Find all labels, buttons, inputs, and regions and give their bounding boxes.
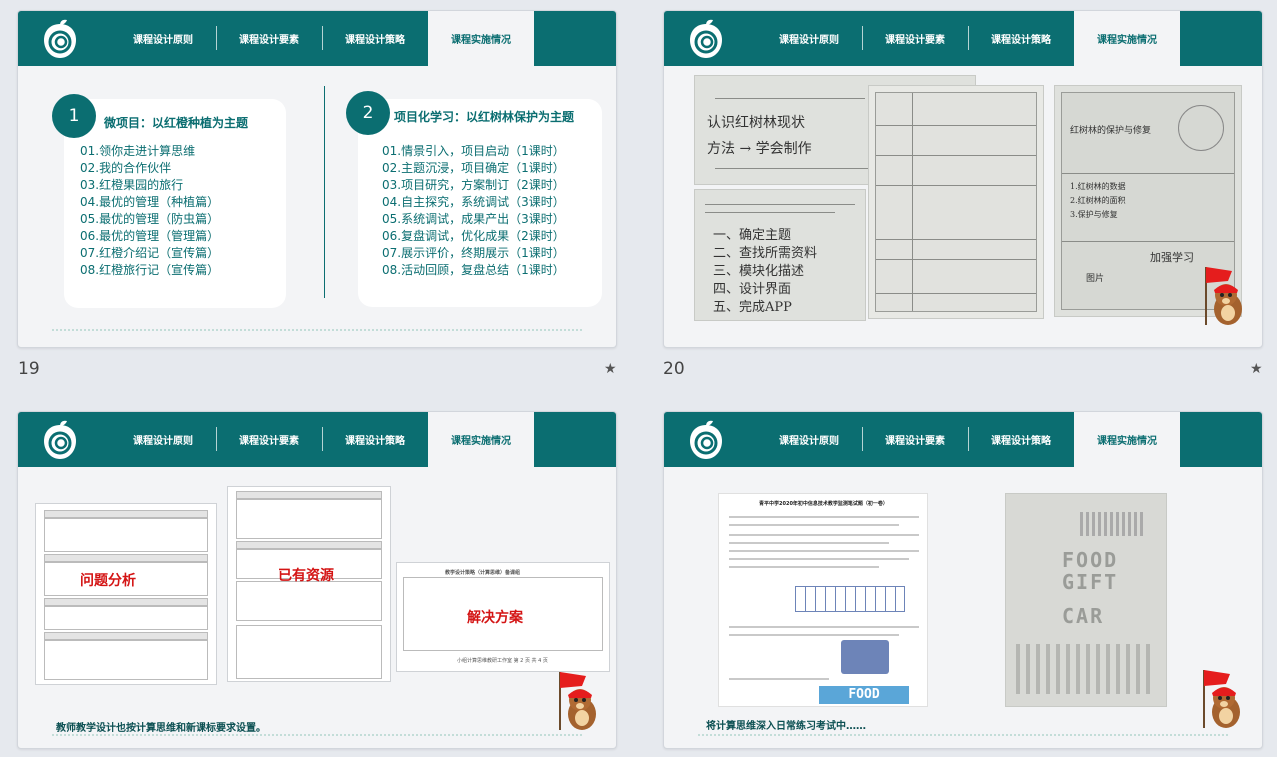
logo-icon	[690, 19, 722, 58]
tab-design-strategies[interactable]: 课程设计策略	[968, 412, 1074, 467]
handwriting: 五、完成APP	[713, 300, 792, 315]
tab-design-elements[interactable]: 课程设计要素	[862, 11, 968, 66]
slide-22-caption: 将计算思维深入日常练习考试中……	[706, 721, 866, 732]
slide-21[interactable]: 课程设计原则 课程设计要素 课程设计策略 课程实施情况 问题分析 已有资源 教学…	[17, 411, 617, 749]
logo-icon	[44, 19, 76, 58]
label-existing-resources: 已有资源	[278, 568, 334, 584]
handwriting: 一、确定主题	[713, 228, 792, 243]
handwriting: 加强学习	[1150, 251, 1194, 264]
badge-1: 1	[52, 94, 96, 138]
mascot-icon	[559, 672, 596, 730]
tab-implementation[interactable]: 课程实施情况	[428, 412, 534, 467]
list-item: 07.红橙介绍记（宣传篇）	[80, 246, 220, 260]
list-item: 05.系统调试，成果产出（3课时）	[382, 212, 565, 226]
list-item: 03.项目研究，方案制订（2课时）	[382, 178, 565, 192]
handwriting: 红树林的保护与修复	[1070, 126, 1152, 136]
list-item: 04.最优的管理（种植篇）	[80, 195, 220, 209]
badge-2: 2	[346, 91, 390, 135]
problem-analysis-doc: 问题分析	[35, 503, 217, 685]
slide-number-19: 19	[18, 359, 40, 379]
exam-title: 青平中学2020年初中信息技术教学监测笔试题（初一卷）	[759, 501, 888, 507]
logo-icon	[690, 420, 722, 459]
resources-doc: 已有资源	[227, 486, 391, 682]
tab-design-principles[interactable]: 课程设计原则	[110, 11, 216, 66]
slide-number-20: 20	[663, 359, 685, 379]
list-item: 02.我的合作伙伴	[80, 161, 172, 175]
doc-footer: 小组计算思维教研工作室 第 2 页 共 4 页	[457, 658, 548, 664]
list-item: 08.活动回顾，复盘总结（1课时）	[382, 263, 565, 277]
tab-design-strategies[interactable]: 课程设计策略	[968, 11, 1074, 66]
photo-word: FOOD	[1062, 548, 1119, 572]
dotted-rule	[698, 734, 1228, 736]
tab-implementation[interactable]: 课程实施情况	[1074, 11, 1180, 66]
pbl-list: 01.情景引入，项目启动（1课时） 02.主题沉浸，项目确定（1课时） 03.项…	[382, 143, 565, 279]
tab-design-principles[interactable]: 课程设计原则	[756, 412, 862, 467]
tab-design-principles[interactable]: 课程设计原则	[110, 412, 216, 467]
handwriting: 二、查找所需资料	[713, 246, 818, 261]
doc-title: 教学设计策略（计算思维）备课组	[445, 570, 521, 576]
exam-photo: FOOD GIFT CAR	[1005, 493, 1167, 707]
tab-implementation[interactable]: 课程实施情况	[428, 11, 534, 66]
tab-design-strategies[interactable]: 课程设计策略	[322, 412, 428, 467]
slide-header: 课程设计原则 课程设计要素 课程设计策略 课程实施情况	[18, 412, 616, 467]
tab-design-elements[interactable]: 课程设计要素	[216, 11, 322, 66]
slide-header: 课程设计原则 课程设计要素 课程设计策略 课程实施情况	[664, 11, 1262, 66]
list-item: 01.领你走进计算思维	[80, 144, 196, 158]
star-icon[interactable]: ★	[1250, 361, 1263, 377]
handwriting: 三、模块化描述	[713, 264, 805, 279]
slide-20[interactable]: 课程设计原则 课程设计要素 课程设计策略 课程实施情况 认识红树林现状 方法 →…	[663, 10, 1263, 348]
mascot-icon	[1205, 267, 1242, 325]
list-item: 08.红橙旅行记（宣传篇）	[80, 263, 220, 277]
list-item: 02.主题沉浸，项目确定（1课时）	[382, 161, 565, 175]
tab-design-elements[interactable]: 课程设计要素	[216, 412, 322, 467]
tab-design-strategies[interactable]: 课程设计策略	[322, 11, 428, 66]
list-item: 04.自主探究，系统调试（3课时）	[382, 195, 565, 209]
handwriting: 3.保护与修复	[1070, 210, 1118, 219]
micro-project-list: 01.领你走进计算思维 02.我的合作伙伴 03.红橙果园的旅行 04.最优的管…	[80, 143, 219, 279]
tab-implementation[interactable]: 课程实施情况	[1074, 412, 1180, 467]
list-item: 05.最优的管理（防虫篇）	[80, 212, 220, 226]
label-problem-analysis: 问题分析	[80, 573, 136, 589]
mascot-icon	[1203, 670, 1240, 728]
list-item: 06.最优的管理（管理篇）	[80, 229, 220, 243]
form-photo	[868, 85, 1044, 319]
handwriting: 认识红树林现状	[707, 115, 805, 131]
logo-icon	[44, 420, 76, 459]
slide-header: 课程设计原则 课程设计要素 课程设计策略 课程实施情况	[664, 412, 1262, 467]
slide-header: 课程设计原则 课程设计要素 课程设计策略 课程实施情况	[18, 11, 616, 66]
micro-project-title: 微项目：以红橙种植为主题	[104, 116, 249, 130]
worksheet-photo-bottom: 一、确定主题 二、查找所需资料 三、模块化描述 四、设计界面 五、完成APP	[694, 189, 866, 321]
list-item: 06.复盘调试，优化成果（2课时）	[382, 229, 565, 243]
list-item: 07.展示评价，终期展示（1课时）	[382, 246, 565, 260]
list-item: 01.情景引入，项目启动（1课时）	[382, 144, 565, 158]
tab-design-principles[interactable]: 课程设计原则	[756, 11, 862, 66]
photo-word: GIFT	[1062, 570, 1119, 594]
solution-doc: 教学设计策略（计算思维）备课组 小组计算思维教研工作室 第 2 页 共 4 页 …	[396, 562, 610, 672]
list-item: 03.红橙果园的旅行	[80, 178, 184, 192]
dotted-rule	[52, 329, 582, 331]
photo-word: CAR	[1062, 604, 1105, 628]
exam-paper: 青平中学2020年初中信息技术教学监测笔试题（初一卷） FOOD	[718, 493, 928, 707]
handwriting: 1.红树林的数据	[1070, 182, 1126, 191]
handwriting: 2.红树林的面积	[1070, 196, 1126, 205]
tab-design-elements[interactable]: 课程设计要素	[862, 412, 968, 467]
slide-22[interactable]: 课程设计原则 课程设计要素 课程设计策略 课程实施情况 青平中学2020年初中信…	[663, 411, 1263, 749]
slide-21-caption: 教师教学设计也按计算思维和新课标要求设置。	[56, 723, 266, 734]
exam-word-food: FOOD	[819, 686, 909, 704]
dotted-rule	[52, 734, 582, 736]
handwriting: 四、设计界面	[713, 282, 792, 297]
handwriting: 图片	[1086, 274, 1105, 284]
divider	[324, 86, 325, 298]
label-solution: 解决方案	[467, 610, 523, 626]
handwriting: 方法 → 学会制作	[707, 141, 812, 157]
slide-19[interactable]: 课程设计原则 课程设计要素 课程设计策略 课程实施情况 1 微项目：以红橙种植为…	[17, 10, 617, 348]
star-icon[interactable]: ★	[604, 361, 617, 377]
pbl-title: 项目化学习：以红树林保护为主题	[394, 110, 575, 124]
